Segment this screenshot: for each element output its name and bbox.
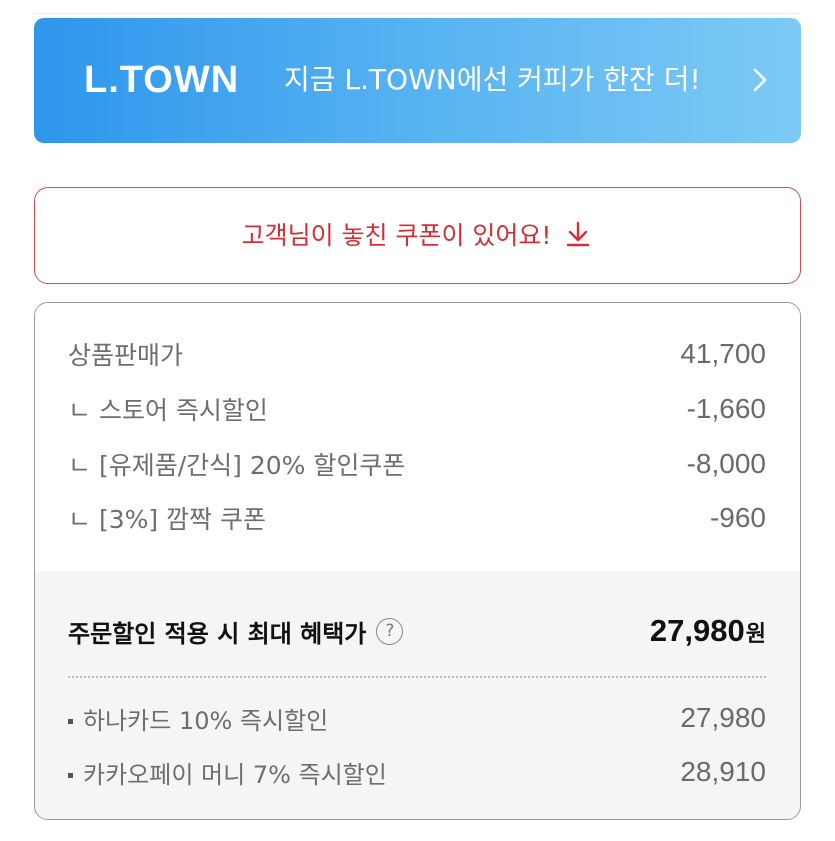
best-price-label: 주문할인 적용 시 최대 혜택가 — [68, 619, 367, 648]
card-discount-amount: 28,910 — [680, 756, 766, 787]
best-price-summary: 주문할인 적용 시 최대 혜택가 ? 27,980 원 하나카드 10% 즉시할… — [35, 571, 800, 819]
top-divider — [34, 13, 800, 14]
price-row-surprise-coupon: ㄴ [3%] 깜짝 쿠폰 -960 — [68, 500, 766, 536]
price-row-amount: -1,660 — [686, 393, 766, 424]
price-row-list-price: 상품판매가 41,700 — [68, 336, 766, 372]
missed-coupon-label: 고객님이 놓친 쿠폰이 있어요! — [241, 220, 552, 250]
help-icon[interactable]: ? — [376, 617, 404, 645]
chevron-right-icon — [753, 68, 767, 92]
ltown-promo-banner[interactable]: L.TOWN 지금 L.TOWN에선 커피가 한잔 더! — [34, 18, 801, 143]
card-discount-label-group: 카카오페이 머니 7% 즉시할인 — [68, 755, 387, 790]
price-row-label: ㄴ 스토어 즉시할인 — [68, 396, 268, 425]
card-discount-row-kakaopay: 카카오페이 머니 7% 즉시할인 28,910 — [68, 754, 766, 790]
bullet-icon — [68, 719, 73, 724]
card-discount-row-hana: 하나카드 10% 즉시할인 27,980 — [68, 700, 766, 736]
page: L.TOWN 지금 L.TOWN에선 커피가 한잔 더! 고객님이 놓친 쿠폰이… — [0, 0, 835, 841]
price-row-label: ㄴ [3%] 깜짝 쿠폰 — [68, 505, 267, 534]
price-row-amount: -960 — [709, 502, 766, 533]
currency-unit: 원 — [745, 622, 766, 647]
price-row-label: ㄴ [유제품/간식] 20% 할인쿠폰 — [68, 451, 406, 480]
price-row-label: 상품판매가 — [68, 341, 184, 370]
price-row-amount: 41,700 — [680, 338, 766, 369]
best-price-label-group: 주문할인 적용 시 최대 혜택가 ? — [68, 614, 404, 649]
card-discount-label: 카카오페이 머니 7% 즉시할인 — [83, 760, 387, 789]
card-discount-amount: 27,980 — [680, 702, 766, 733]
bullet-icon — [68, 773, 73, 778]
card-discount-label: 하나카드 10% 즉시할인 — [83, 706, 329, 735]
best-price-row: 주문할인 적용 시 최대 혜택가 ? 27,980 원 — [68, 611, 766, 651]
card-discount-label-group: 하나카드 10% 즉시할인 — [68, 701, 328, 736]
price-row-amount: -8,000 — [686, 448, 766, 479]
missed-coupon-button[interactable]: 고객님이 놓친 쿠폰이 있어요! — [34, 187, 801, 284]
banner-text: 지금 L.TOWN에선 커피가 한잔 더! — [284, 63, 701, 96]
best-price-amount: 27,980 원 — [650, 613, 766, 649]
ltown-logo: L.TOWN — [84, 59, 240, 101]
best-price-value: 27,980 — [649, 613, 745, 648]
price-breakdown-card: 상품판매가 41,700 ㄴ 스토어 즉시할인 -1,660 ㄴ [유제품/간식… — [34, 302, 801, 820]
price-rows: 상품판매가 41,700 ㄴ 스토어 즉시할인 -1,660 ㄴ [유제품/간식… — [35, 303, 800, 571]
dotted-divider — [68, 676, 766, 678]
price-row-dairy-coupon: ㄴ [유제품/간식] 20% 할인쿠폰 -8,000 — [68, 446, 766, 482]
download-icon — [567, 221, 590, 246]
price-row-store-discount: ㄴ 스토어 즉시할인 -1,660 — [68, 391, 766, 427]
